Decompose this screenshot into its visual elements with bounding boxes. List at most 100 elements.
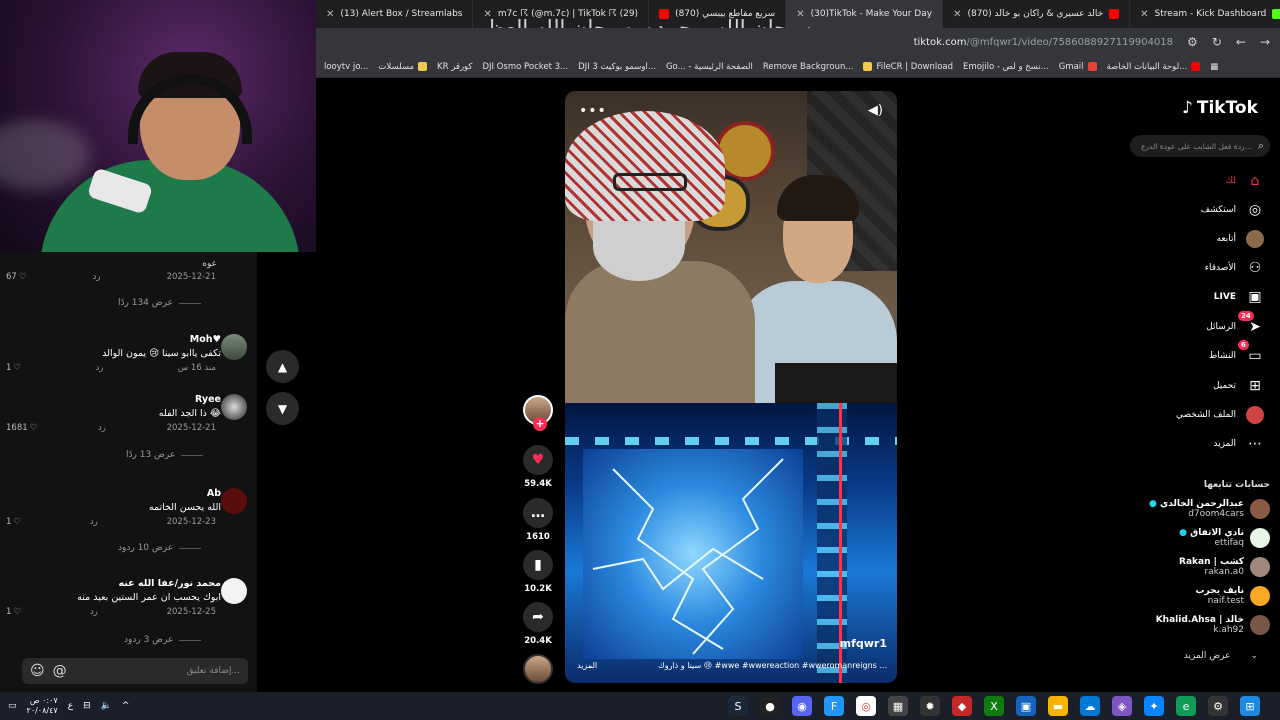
nav-profile[interactable]: الملف الشخصي	[1176, 406, 1264, 424]
settings-wheel-icon[interactable]: ✹	[920, 696, 940, 716]
nav-upload[interactable]: تحميل ⊞	[1213, 377, 1264, 395]
nav-for-you[interactable]: لك ⌂	[1226, 172, 1264, 190]
followed-account[interactable]: نايف يجرب naif.test	[1196, 586, 1270, 606]
comment-author[interactable]: Ab	[207, 488, 221, 499]
comment-author[interactable]: محمد نور/عفا الله عنه	[119, 578, 221, 589]
obs-icon[interactable]: ●	[760, 696, 780, 716]
heart-icon[interactable]: ♥	[523, 445, 553, 475]
start-icon[interactable]: ⊞	[1240, 696, 1260, 716]
comment-action[interactable]: … 1610	[520, 498, 556, 542]
edge-icon[interactable]: e	[1176, 696, 1196, 716]
comment-input[interactable]: ☺ @ إضافة تعليق...	[22, 658, 248, 684]
nav-following[interactable]: أتابعه	[1217, 230, 1264, 248]
folder-icon[interactable]: ▬	[1048, 696, 1068, 716]
avatar[interactable]	[221, 488, 247, 514]
volume-icon[interactable]: 🔈	[101, 701, 112, 711]
like-action[interactable]: ♥ 59.4K	[520, 445, 556, 489]
tiktok-logo[interactable]: ♪ TikTok	[1182, 98, 1258, 118]
bookmark-item[interactable]: DJI اوسمو بوكيت 3...	[578, 62, 656, 72]
like-button[interactable]: 67 ♡	[6, 272, 26, 282]
more-options-icon[interactable]: •••	[579, 103, 607, 119]
red-app-icon[interactable]: ◆	[952, 696, 972, 716]
bookmark-item[interactable]: مسلسلات	[378, 62, 427, 72]
avatar[interactable]	[221, 578, 247, 604]
bookmark-item[interactable]: Remove Backgroun...	[763, 62, 854, 72]
back-icon[interactable]: →	[1260, 35, 1270, 49]
tab-kick-dashboard[interactable]: ✕ Stream - Kick Dashboard	[1130, 0, 1280, 28]
comment-icon[interactable]: …	[523, 498, 553, 528]
avatar[interactable]	[1250, 586, 1270, 606]
nav-live[interactable]: LIVE ▣	[1214, 288, 1264, 306]
bookmark-item[interactable]: KR كورقر	[437, 62, 472, 72]
nav-more[interactable]: المزيد ⋯	[1213, 435, 1264, 453]
comment-author[interactable]: Ryee	[195, 394, 221, 405]
comment-author[interactable]: Moh♥	[190, 334, 221, 345]
follow-plus-icon[interactable]: +	[533, 417, 547, 431]
language-indicator[interactable]: ع	[68, 701, 73, 711]
chrome-icon[interactable]: ◎	[856, 696, 876, 716]
xbox-icon[interactable]: X	[984, 696, 1004, 716]
sound-avatar[interactable]	[520, 654, 556, 684]
gear-icon[interactable]: ⚙	[1208, 696, 1228, 716]
reply-link[interactable]: رد	[93, 272, 101, 282]
share-icon[interactable]: ➦	[523, 602, 553, 632]
view-replies-button[interactable]: عرض 10 ردود	[118, 543, 202, 553]
see-more-button[interactable]: عرض المزيد ⌄	[1184, 651, 1258, 661]
like-button[interactable]: 1 ♡	[6, 607, 21, 617]
nav-messages[interactable]: الرسائل ➤ 24	[1206, 311, 1264, 336]
tab-youtube-khaled[interactable]: ✕ (870) خالد عسيري & راكان بو خالد	[943, 0, 1131, 28]
bookmark-item[interactable]: لوحة البيانات الخاصة...	[1107, 62, 1201, 72]
bookmark-item[interactable]: Gmail	[1059, 62, 1097, 72]
video-player[interactable]: ••• ◀) mfqwr1 المزيد سينا و ذاروك 😢 #wwe…	[565, 91, 897, 683]
cloud-icon[interactable]: ☁	[1080, 696, 1100, 716]
share-action[interactable]: ➦ 20.4K	[520, 602, 556, 646]
tune-icon[interactable]: ⚙	[1187, 35, 1198, 49]
close-tab-icon[interactable]: ✕	[953, 9, 961, 20]
reply-link[interactable]: رد	[98, 423, 106, 433]
store-icon[interactable]: ▣	[1016, 696, 1036, 716]
view-replies-button[interactable]: عرض 3 ردود	[124, 635, 202, 645]
clock[interactable]: ٠:٠٧ ص ٢٠/٠٨/٤٧	[27, 696, 58, 716]
avatar[interactable]	[1250, 528, 1270, 548]
copilot-icon[interactable]: ✦	[1144, 696, 1164, 716]
followed-account[interactable]: Khalid.Ahsa | خالد k.ah92	[1156, 615, 1270, 635]
like-button[interactable]: 1 ♡	[6, 517, 21, 527]
reply-link[interactable]: رد	[95, 363, 103, 373]
tray-overflow-icon[interactable]: ^	[122, 701, 130, 711]
nav-activity[interactable]: النشاط ▭ 6	[1209, 340, 1264, 365]
reply-link[interactable]: رد	[90, 517, 98, 527]
bookmark-item[interactable]: DJI Osmo Pocket 3...	[482, 62, 568, 72]
file-app-icon[interactable]: F	[824, 696, 844, 716]
next-video-button[interactable]: ▼	[266, 392, 299, 425]
address-bar[interactable]: tiktok.com/@mfqwr1/video/758608892711990…	[316, 28, 1280, 56]
forward-icon[interactable]: ←	[1236, 35, 1246, 49]
avatar[interactable]	[221, 394, 247, 420]
close-tab-icon[interactable]: ✕	[326, 9, 334, 20]
caption-more-link[interactable]: المزيد	[577, 661, 597, 670]
avatar[interactable]	[1250, 557, 1270, 577]
view-replies-button[interactable]: عرض 134 ردًا	[118, 298, 201, 308]
avatar[interactable]	[1250, 499, 1270, 519]
network-icon[interactable]: ⊟	[83, 701, 91, 711]
view-replies-button[interactable]: عرض 13 ردًا	[126, 450, 204, 460]
bookmark-item[interactable]: FileCR | Download	[863, 62, 953, 72]
mention-icon[interactable]: @	[53, 663, 67, 679]
save-action[interactable]: ▮ 10.2K	[520, 550, 556, 594]
search-input[interactable]: ردة فعل الشايب على عودة الدرع... ⌕	[1130, 135, 1270, 157]
url-text[interactable]: tiktok.com/@mfqwr1/video/758608892711990…	[914, 37, 1173, 48]
emoji-icon[interactable]: ☺	[30, 663, 45, 679]
calculator-icon[interactable]: ▦	[888, 696, 908, 716]
reload-icon[interactable]: ↻	[1212, 35, 1222, 49]
nav-friends[interactable]: الأصدقاء ⚇	[1205, 259, 1264, 277]
reply-link[interactable]: رد	[90, 607, 98, 617]
close-tab-icon[interactable]: ✕	[1140, 9, 1148, 20]
volume-icon[interactable]: ◀)	[868, 103, 883, 118]
like-button[interactable]: 1681 ♡	[6, 423, 37, 433]
creator-avatar-button[interactable]: +	[520, 395, 556, 431]
previous-video-button[interactable]: ▲	[266, 350, 299, 383]
creator-avatar[interactable]: +	[523, 395, 553, 431]
steam-icon[interactable]: S	[728, 696, 748, 716]
followed-account[interactable]: Rakan | كشب rakan.a0	[1179, 557, 1270, 577]
followed-account[interactable]: ● نادي الاتفاق ettifaq	[1179, 528, 1270, 548]
like-button[interactable]: 1 ♡	[6, 363, 21, 373]
